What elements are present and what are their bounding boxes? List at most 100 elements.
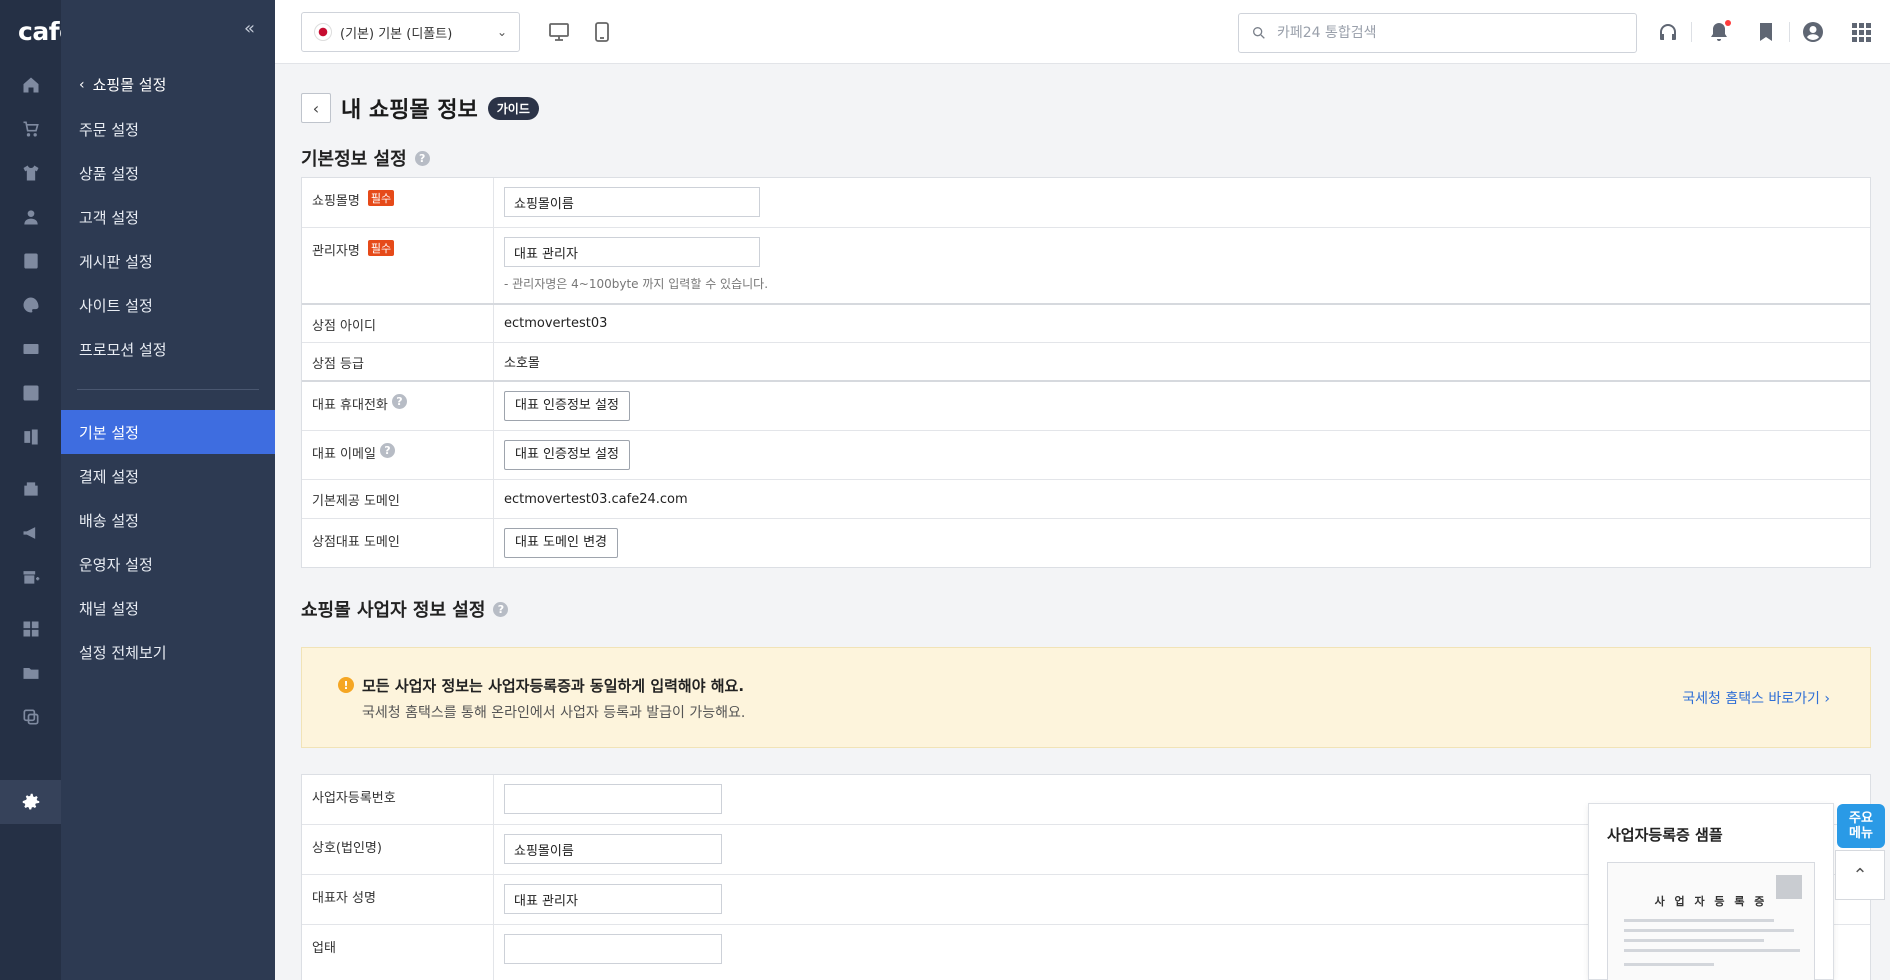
rail-icon-list — [0, 63, 61, 739]
table-row: 상점대표 도메인 대표 도메인 변경 — [302, 519, 1870, 567]
business-info-title-text: 쇼핑몰 사업자 정보 설정 — [301, 600, 486, 621]
submenu-item-shipping[interactable]: 배송 설정 — [61, 498, 275, 542]
cart-icon[interactable] — [0, 107, 61, 151]
submenu-item-payment[interactable]: 결제 설정 — [61, 454, 275, 498]
sample-document-image[interactable]: 사 업 자 등 록 증 — [1607, 862, 1815, 980]
promo-icon[interactable] — [0, 327, 61, 371]
submenu-divider — [77, 389, 259, 390]
desktop-preview-icon[interactable] — [547, 20, 571, 44]
app-root: cafe24 « ‹ 쇼핑몰 설정 주문 — [0, 0, 1890, 980]
shop-name-cell: 쇼핑몰이름 — [494, 178, 1870, 227]
doc-heading: 사 업 자 등 록 증 — [1654, 895, 1768, 908]
stats-icon[interactable] — [0, 371, 61, 415]
required-badge: 필수 — [367, 240, 395, 256]
business-cert-sample-card: 사업자등록증 샘플 사 업 자 등 록 증 — [1588, 803, 1834, 980]
submenu-list: 주문 설정 상품 설정 고객 설정 게시판 설정 사이트 설정 프로모션 설정 … — [61, 107, 275, 674]
admin-name-input[interactable]: 대표 관리자 — [504, 237, 760, 267]
submenu-item-customer[interactable]: 고객 설정 — [61, 195, 275, 239]
search-input[interactable] — [1277, 25, 1607, 41]
business-info-section-title: 쇼핑몰 사업자 정보 설정 ? — [301, 596, 509, 622]
icon-rail: cafe24 — [0, 0, 110, 980]
admin-name-label: 관리자명 필수 — [302, 228, 494, 303]
topbar-divider — [1691, 22, 1692, 42]
analysis-icon[interactable] — [0, 415, 61, 459]
bell-icon[interactable] — [1707, 20, 1731, 44]
basic-info-title-text: 기본정보 설정 — [301, 149, 407, 170]
help-icon[interactable]: ? — [379, 443, 395, 458]
account-icon[interactable] — [1801, 20, 1825, 44]
chevron-up-icon: ⌃ — [1852, 864, 1868, 886]
shop-name-input[interactable]: 쇼핑몰이름 — [504, 187, 760, 217]
store-grade-value: 소호몰 — [504, 356, 540, 371]
help-icon[interactable]: ? — [414, 150, 430, 166]
biz-type-input[interactable] — [504, 934, 722, 964]
help-icon[interactable]: ? — [493, 601, 509, 617]
help-icon[interactable]: ? — [391, 394, 407, 409]
shirt-icon[interactable] — [0, 151, 61, 195]
global-search[interactable] — [1238, 13, 1637, 53]
apps-icon[interactable] — [0, 607, 61, 651]
app-grid-icon[interactable] — [1849, 20, 1873, 44]
email-label-text: 대표 이메일 — [312, 447, 376, 462]
submenu-item-board[interactable]: 게시판 설정 — [61, 239, 275, 283]
chevron-right-icon: › — [1824, 691, 1830, 707]
reg-no-input[interactable] — [504, 784, 722, 814]
chevron-down-icon: ⌄ — [496, 25, 507, 39]
shop-selector[interactable]: (기본) 기본 (디폴트) ⌄ — [301, 12, 520, 52]
default-domain-label: 기본제공 도메인 — [302, 480, 494, 518]
admin-name-label-text: 관리자명 — [312, 244, 360, 259]
folder-icon[interactable] — [0, 651, 61, 695]
submenu-item-channel[interactable]: 채널 설정 — [61, 586, 275, 630]
basic-info-table: 쇼핑몰명 필수 쇼핑몰이름 관리자명 필수 대표 관리자 - 관리자명은 4~1… — [301, 177, 1871, 568]
search-icon — [1253, 26, 1265, 39]
submenu-item-site[interactable]: 사이트 설정 — [61, 283, 275, 327]
quick-menu-button[interactable]: 주요 메뉴 — [1837, 804, 1885, 848]
headset-icon[interactable] — [1656, 20, 1680, 44]
collapse-menu-button[interactable]: « — [244, 18, 255, 39]
palette-icon[interactable] — [0, 283, 61, 327]
table-row: 쇼핑몰명 필수 쇼핑몰이름 — [302, 178, 1870, 228]
mobile-preview-icon[interactable] — [590, 20, 614, 44]
submenu-item-promotion[interactable]: 프로모션 설정 — [61, 327, 275, 371]
store-id-value: ectmovertest03 — [504, 316, 608, 331]
ceo-label: 대표자 성명 — [302, 875, 494, 924]
store-icon[interactable] — [0, 467, 61, 511]
submenu-back-link[interactable]: ‹ 쇼핑몰 설정 — [79, 74, 166, 95]
bookmark-icon[interactable] — [1754, 20, 1778, 44]
megaphone-icon[interactable] — [0, 511, 61, 555]
submenu-item-all-settings[interactable]: 설정 전체보기 — [61, 630, 275, 674]
hometax-link[interactable]: 국세청 홈택스 바로가기 › — [1682, 688, 1830, 708]
submenu-item-basic[interactable]: 기본 설정 — [61, 410, 275, 454]
notification-dot — [1725, 20, 1731, 26]
phone-cell: 대표 인증정보 설정 — [494, 382, 1870, 430]
page-back-button[interactable]: ‹ — [301, 93, 331, 123]
table-row: 기본제공 도메인 ectmovertest03.cafe24.com — [302, 480, 1870, 519]
table-row: 대표 이메일 ? 대표 인증정보 설정 — [302, 431, 1870, 480]
change-domain-button[interactable]: 대표 도메인 변경 — [504, 528, 618, 558]
user-icon[interactable] — [0, 195, 61, 239]
submenu-item-order[interactable]: 주문 설정 — [61, 107, 275, 151]
company-input[interactable]: 쇼핑몰이름 — [504, 834, 722, 864]
submenu-item-product[interactable]: 상품 설정 — [61, 151, 275, 195]
settings-icon[interactable] — [0, 780, 61, 824]
copy-icon[interactable] — [0, 695, 61, 739]
shop-plus-icon[interactable] — [0, 555, 61, 599]
board-icon[interactable] — [0, 239, 61, 283]
submenu-item-operator[interactable]: 운영자 설정 — [61, 542, 275, 586]
phone-label: 대표 휴대전화 ? — [302, 382, 494, 430]
phone-auth-button[interactable]: 대표 인증정보 설정 — [504, 391, 630, 421]
ceo-input[interactable]: 대표 관리자 — [504, 884, 722, 914]
doc-line — [1624, 949, 1800, 952]
biz-type-label: 업태 — [302, 925, 494, 980]
top-bar: (기본) 기본 (디폴트) ⌄ — [275, 0, 1890, 64]
main-domain-cell: 대표 도메인 변경 — [494, 519, 1870, 567]
scroll-to-top-button[interactable]: ⌃ — [1835, 850, 1885, 900]
guide-badge[interactable]: 가이드 — [487, 96, 539, 120]
home-icon[interactable] — [0, 63, 61, 107]
doc-line — [1624, 939, 1764, 942]
admin-name-hint: - 관리자명은 4~100byte 까지 입력할 수 있습니다. — [504, 277, 769, 291]
shop-selector-value: (기본) 기본 (디폴트) — [340, 26, 453, 42]
table-row: 상점 아이디 ectmovertest03 — [302, 305, 1870, 343]
email-auth-button[interactable]: 대표 인증정보 설정 — [504, 440, 630, 470]
main-content: ‹ 내 쇼핑몰 정보 가이드 기본정보 설정 ? 쇼핑몰명 필수 쇼핑몰이름 관… — [275, 64, 1890, 980]
